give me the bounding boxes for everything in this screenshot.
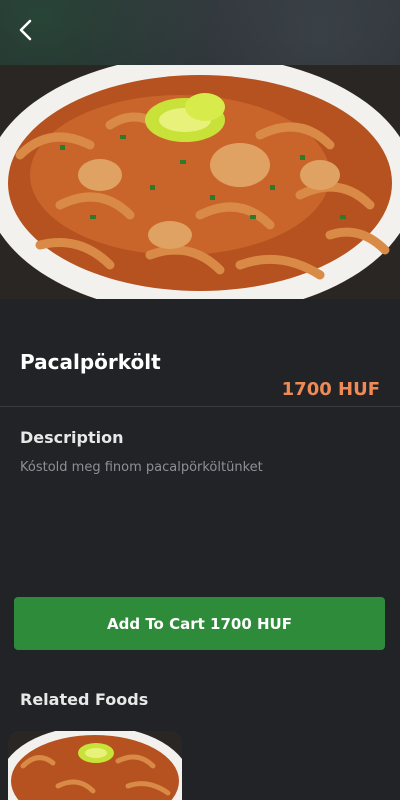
food-name: Pacalpörkölt (20, 350, 161, 374)
chevron-left-icon (19, 19, 32, 41)
food-hero-image (0, 65, 400, 299)
add-to-cart-button[interactable]: Add To Cart 1700 HUF (14, 597, 385, 650)
related-foods-heading: Related Foods (20, 690, 149, 709)
divider (0, 406, 400, 407)
food-price: 1700 HUF (281, 379, 380, 400)
description-text: Kóstold meg finom pacalpörköltünket (20, 460, 263, 475)
add-to-cart-label: Add To Cart 1700 HUF (107, 614, 292, 633)
back-button[interactable] (12, 16, 40, 44)
related-food-image (8, 731, 182, 800)
related-food-card[interactable] (8, 731, 182, 800)
description-heading: Description (20, 428, 124, 447)
